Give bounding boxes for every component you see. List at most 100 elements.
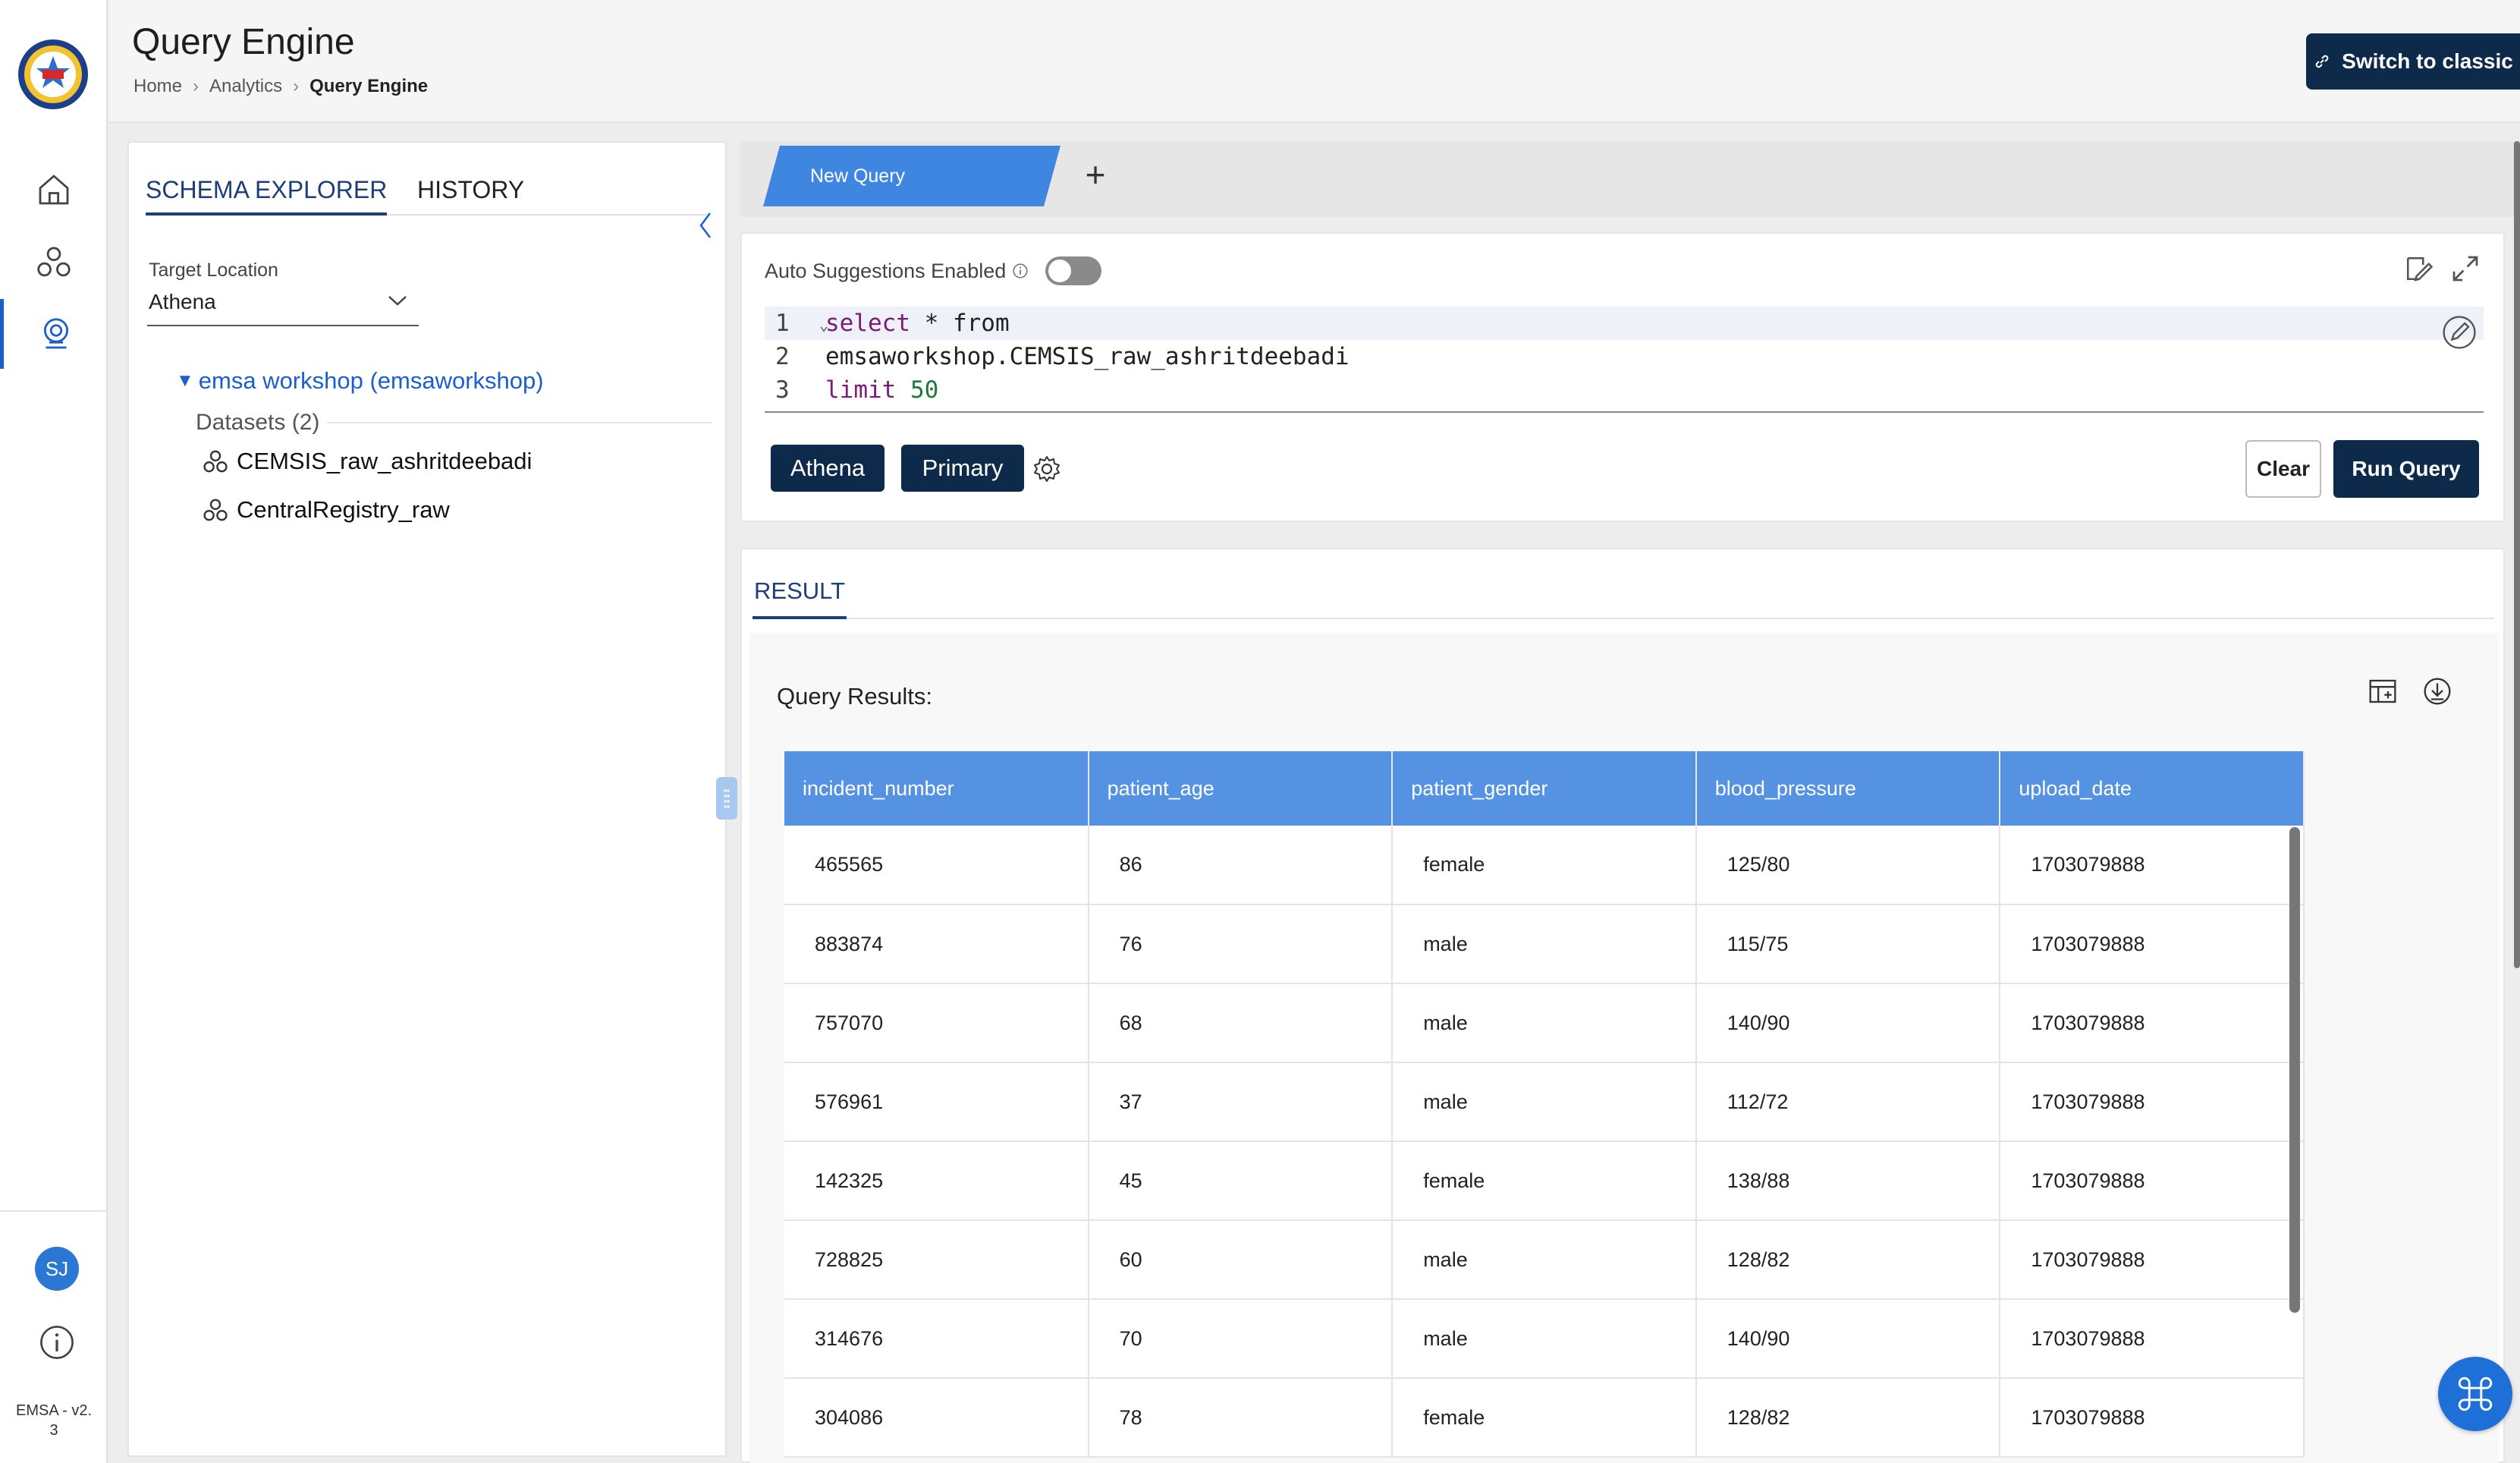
page-scrollbar[interactable] bbox=[2514, 141, 2520, 968]
engine-chip[interactable]: Athena bbox=[771, 445, 885, 492]
table-cell: 140/90 bbox=[1695, 1299, 2001, 1379]
result-tabs: RESULT bbox=[753, 572, 2494, 619]
panel-resize-handle[interactable] bbox=[716, 777, 737, 820]
table-settings-icon[interactable] bbox=[2367, 675, 2399, 707]
table-cell: 70 bbox=[1088, 1299, 1394, 1379]
column-header[interactable]: blood_pressure bbox=[1695, 751, 2001, 826]
table-row[interactable]: 314676 70 male 140/90 1703079888 bbox=[784, 1299, 2305, 1379]
table-cell: 314676 bbox=[784, 1299, 1089, 1379]
target-location-label: Target Location bbox=[149, 260, 278, 281]
database-tree-node[interactable]: ▼ emsa workshop (emsaworkshop) bbox=[176, 367, 544, 395]
schema-tabs: SCHEMA EXPLORER HISTORY bbox=[146, 173, 709, 216]
table-cell: 1703079888 bbox=[2000, 1220, 2305, 1300]
table-cell: 140/90 bbox=[1695, 983, 2001, 1063]
table-cell: male bbox=[1392, 1299, 1697, 1379]
tab-result[interactable]: RESULT bbox=[753, 572, 847, 619]
breadcrumb-home[interactable]: Home bbox=[134, 76, 182, 97]
nav-query-engine[interactable] bbox=[0, 299, 108, 369]
table-cell: 76 bbox=[1088, 905, 1394, 984]
dataset-item[interactable]: CEMSIS_raw_ashritdeebadi bbox=[202, 448, 532, 475]
table-cell: 576961 bbox=[784, 1062, 1089, 1142]
avatar[interactable]: SJ bbox=[35, 1247, 79, 1291]
emsa-logo[interactable] bbox=[17, 38, 90, 111]
format-icon[interactable] bbox=[2403, 253, 2434, 284]
table-cell: female bbox=[1392, 826, 1697, 905]
chevron-right-icon: › bbox=[193, 76, 200, 96]
target-location-value: Athena bbox=[149, 290, 216, 313]
column-header[interactable]: upload_date bbox=[2000, 751, 2305, 826]
table-cell: 728825 bbox=[784, 1220, 1089, 1300]
plus-icon: + bbox=[1085, 155, 1106, 194]
table-cell: 465565 bbox=[784, 826, 1089, 905]
query-tabbar: New Query + bbox=[740, 141, 2520, 217]
link-icon bbox=[2315, 55, 2329, 68]
table-cell: 142325 bbox=[784, 1141, 1089, 1221]
table-cell: male bbox=[1392, 983, 1697, 1063]
column-header[interactable]: incident_number bbox=[784, 751, 1089, 826]
dataset-label: CEMSIS_raw_ashritdeebadi bbox=[237, 448, 533, 474]
tab-schema-explorer[interactable]: SCHEMA EXPLORER bbox=[146, 173, 388, 216]
switch-to-classic-button[interactable]: Switch to classic bbox=[2306, 33, 2520, 90]
editor-tools bbox=[2403, 253, 2481, 284]
expand-icon[interactable] bbox=[2450, 253, 2481, 284]
table-cell: female bbox=[1392, 1378, 1697, 1458]
table-row[interactable]: 757070 68 male 140/90 1703079888 bbox=[784, 983, 2305, 1063]
download-icon[interactable] bbox=[2421, 675, 2453, 707]
command-palette-button[interactable] bbox=[2438, 1357, 2512, 1431]
query-tab[interactable]: New Query bbox=[763, 146, 1060, 206]
run-query-button[interactable]: Run Query bbox=[2333, 440, 2479, 498]
sql-text: emsaworkshop.CEMSIS_raw_ashritdeebadi bbox=[825, 343, 1350, 370]
tab-history[interactable]: HISTORY bbox=[417, 173, 524, 216]
table-row[interactable]: 883874 76 male 115/75 1703079888 bbox=[784, 905, 2305, 984]
table-cell: 128/82 bbox=[1695, 1378, 2001, 1458]
info-icon bbox=[40, 1326, 74, 1359]
ai-assist-button[interactable] bbox=[2441, 314, 2478, 357]
breadcrumb-analytics[interactable]: Analytics bbox=[209, 76, 282, 97]
results-scrollbar[interactable] bbox=[2289, 827, 2300, 1313]
table-row[interactable]: 304086 78 female 128/82 1703079888 bbox=[784, 1378, 2305, 1458]
column-header[interactable]: patient_gender bbox=[1392, 751, 1697, 826]
collapse-panel-button[interactable] bbox=[692, 206, 719, 244]
ai-pen-icon bbox=[2443, 316, 2476, 349]
nav-home[interactable] bbox=[0, 155, 108, 225]
target-location-select[interactable]: Athena bbox=[147, 288, 419, 326]
table-cell: male bbox=[1392, 1062, 1697, 1142]
add-tab-button[interactable]: + bbox=[1074, 153, 1117, 196]
gear-icon bbox=[1034, 456, 1060, 482]
table-cell: 883874 bbox=[784, 905, 1089, 984]
table-row[interactable]: 465565 86 female 125/80 1703079888 bbox=[784, 826, 2305, 905]
column-header[interactable]: patient_age bbox=[1088, 751, 1394, 826]
clear-button[interactable]: Clear bbox=[2245, 440, 2321, 498]
auto-suggestions-toggle[interactable] bbox=[1045, 256, 1102, 285]
nav-datasets[interactable] bbox=[0, 228, 108, 297]
page-title: Query Engine bbox=[132, 22, 355, 62]
table-cell: female bbox=[1392, 1141, 1697, 1221]
switch-label: Switch to classic bbox=[2342, 49, 2513, 73]
dataset-item[interactable]: CentralRegistry_raw bbox=[202, 496, 450, 524]
info-button[interactable] bbox=[35, 1320, 79, 1364]
dataset-label: CentralRegistry_raw bbox=[237, 496, 450, 523]
table-cell: 115/75 bbox=[1695, 905, 2001, 984]
table-row[interactable]: 142325 45 female 138/88 1703079888 bbox=[784, 1141, 2305, 1221]
table-cell: 125/80 bbox=[1695, 826, 2001, 905]
auto-suggestions: Auto Suggestions Enabled bbox=[765, 256, 1102, 285]
line-number: 2 bbox=[775, 343, 790, 370]
chevron-right-icon: › bbox=[293, 76, 300, 96]
settings-button[interactable] bbox=[1032, 454, 1062, 488]
command-icon bbox=[2458, 1376, 2493, 1411]
rail-divider bbox=[0, 1210, 108, 1212]
app-version: EMSA - v2. 3 bbox=[15, 1402, 93, 1439]
workgroup-chip[interactable]: Primary bbox=[901, 445, 1024, 492]
table-cell: 45 bbox=[1088, 1141, 1394, 1221]
table-cell: 1703079888 bbox=[2000, 1062, 2305, 1142]
table-cell: 60 bbox=[1088, 1220, 1394, 1300]
table-row[interactable]: 576961 37 male 112/72 1703079888 bbox=[784, 1062, 2305, 1142]
table-row[interactable]: 728825 60 male 128/82 1703079888 bbox=[784, 1220, 2305, 1300]
info-icon[interactable] bbox=[1012, 263, 1029, 279]
datasets-label[interactable]: Datasets (2) bbox=[196, 410, 328, 436]
sql-editor[interactable]: 1 ⌄ select * from 2 emsaworkshop.CEMSIS_… bbox=[765, 307, 2484, 413]
table-cell: 1703079888 bbox=[2000, 1378, 2305, 1458]
table-cell: 757070 bbox=[784, 983, 1089, 1063]
nav-rail: SJ EMSA - v2. 3 bbox=[0, 0, 108, 1463]
database-label: emsa workshop (emsaworkshop) bbox=[198, 367, 544, 394]
